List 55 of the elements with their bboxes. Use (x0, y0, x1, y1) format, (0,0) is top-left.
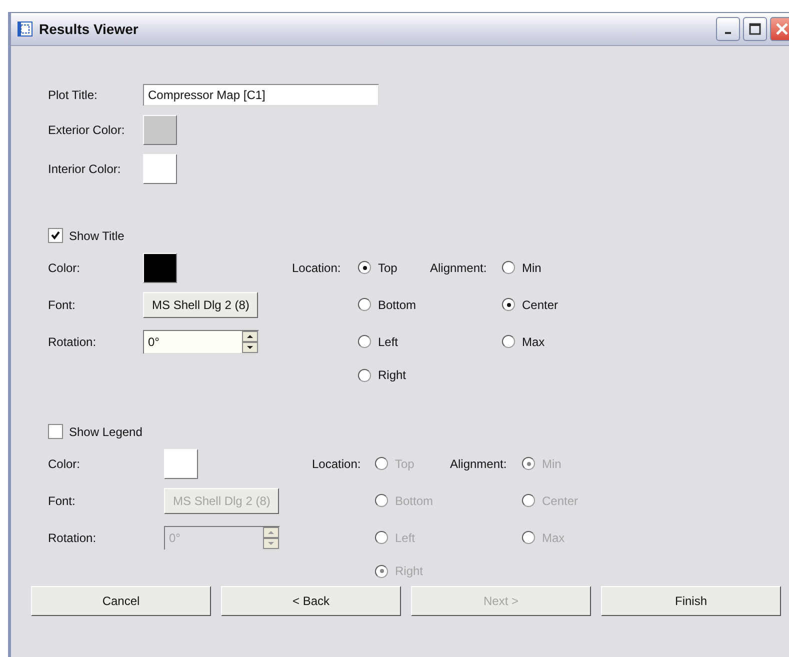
radio-label: Top (395, 456, 414, 470)
checkmark-icon (49, 229, 62, 242)
close-button[interactable] (770, 17, 789, 41)
radio-label: Center (542, 494, 578, 508)
radio-label: Bottom (378, 298, 416, 312)
radio-label: Right (395, 564, 424, 578)
minimize-icon (725, 32, 731, 34)
field-label: Color: (48, 260, 80, 274)
radio-button[interactable] (358, 298, 371, 311)
up-down-arrows-icon (263, 526, 279, 548)
radio-label: Min (522, 260, 542, 274)
radio-button[interactable] (358, 335, 371, 348)
wizard-button[interactable]: < Back (221, 586, 401, 616)
field-label: Location: (312, 456, 361, 470)
field-label: Alignment: (430, 260, 487, 274)
field-label: Interior Color: (48, 162, 121, 176)
field-label: Rotation: (48, 530, 96, 544)
window-title: Results Viewer (39, 21, 138, 37)
radio-button[interactable] (502, 261, 515, 274)
window-icon (17, 21, 33, 37)
rotation-spinner[interactable]: 0° (143, 330, 259, 354)
wizard-button[interactable]: Cancel (31, 586, 211, 616)
checkbox-label: Show Legend (69, 424, 142, 438)
field-label: Location: (292, 260, 341, 274)
maximize-button[interactable] (743, 17, 767, 41)
field-label: Font: (48, 494, 76, 508)
radio-label: Max (542, 530, 565, 544)
radio-label: Min (542, 456, 562, 470)
minimize-button[interactable] (716, 17, 740, 41)
radio-label: Top (378, 260, 398, 274)
radio-label: Max (522, 334, 545, 348)
radio-button[interactable] (358, 261, 371, 274)
wizard-button[interactable]: Finish (601, 586, 781, 616)
color-swatch-button[interactable] (143, 154, 177, 184)
color-swatch-button[interactable] (143, 115, 177, 145)
color-swatch-button[interactable] (143, 252, 177, 282)
radio-label: Left (395, 530, 416, 544)
radio-label: Right (378, 368, 406, 382)
field-label: Plot Title: (48, 88, 98, 102)
plot-title-field[interactable]: Compressor Map [C1] (143, 84, 379, 106)
field-label: Color: (48, 456, 80, 470)
radio-button[interactable] (502, 298, 515, 311)
checkbox-label: Show Title (69, 228, 124, 242)
field-label: Rotation: (48, 334, 96, 348)
field-label: Exterior Color: (48, 123, 125, 137)
checkbox[interactable] (48, 228, 63, 243)
field-label: Alignment: (450, 456, 507, 470)
field-label: Font: (48, 298, 76, 312)
up-down-arrows-icon (242, 330, 258, 352)
font-button[interactable]: MS Shell Dlg 2 (8) (143, 292, 258, 318)
radio-label: Center (522, 298, 558, 312)
radio-label: Bottom (395, 494, 434, 508)
radio-button[interactable] (502, 335, 515, 348)
radio-button[interactable] (358, 368, 371, 382)
radio-label: Left (378, 334, 398, 348)
